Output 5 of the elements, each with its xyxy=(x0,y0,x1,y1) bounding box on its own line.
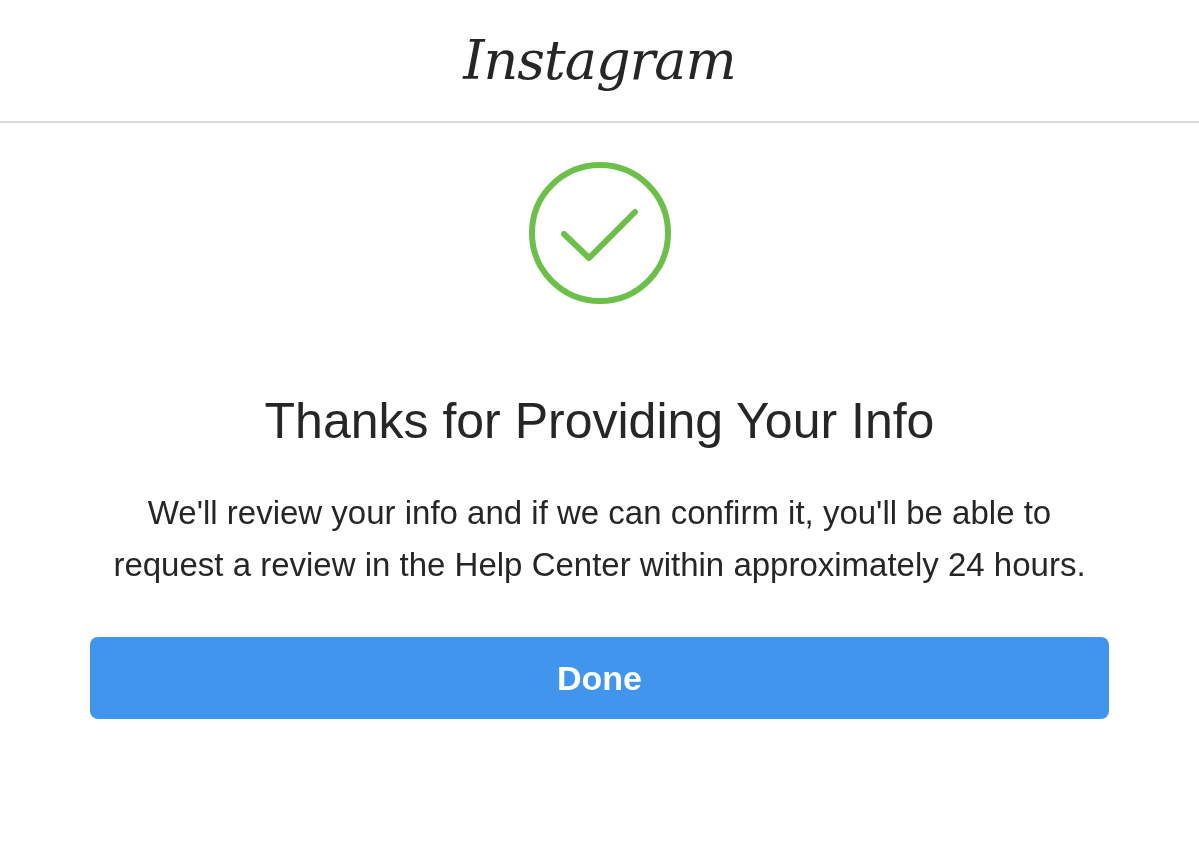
confirmation-message: We'll review your info and if we can confirm it, you'll be able to request a review in the Help Center within approximately 24 hours. xyxy=(112,493,1087,585)
confirmation-title: Thanks for Providing Your Info xyxy=(264,392,935,451)
logo: Instagram xyxy=(463,29,736,92)
check-circle-icon xyxy=(527,161,672,305)
done-button[interactable]: Done xyxy=(90,637,1109,719)
